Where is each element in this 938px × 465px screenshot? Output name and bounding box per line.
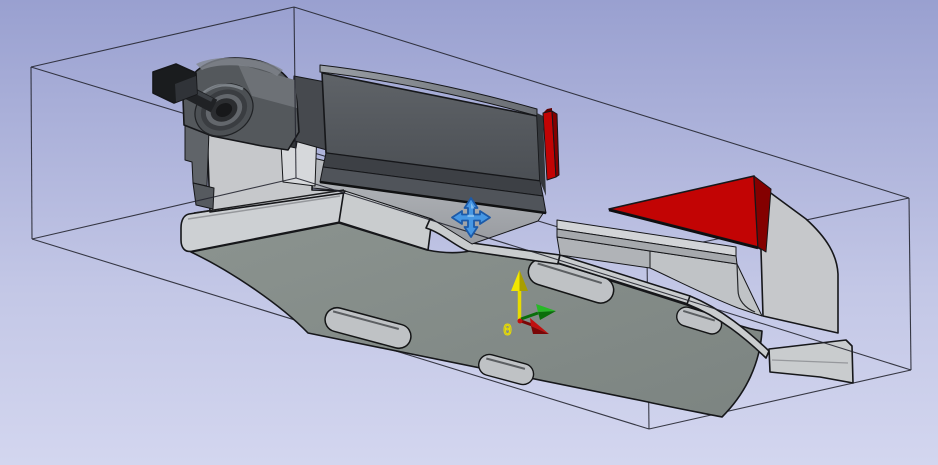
vise-model[interactable]	[153, 58, 853, 417]
fixed-jaw-side-wall	[761, 191, 838, 333]
cad-viewport[interactable]: 0	[0, 0, 938, 465]
jaw-plate-red-rear[interactable]	[543, 108, 559, 180]
origin-label: 0	[503, 321, 512, 339]
cad-viewport-canvas[interactable]: 0	[0, 0, 938, 465]
